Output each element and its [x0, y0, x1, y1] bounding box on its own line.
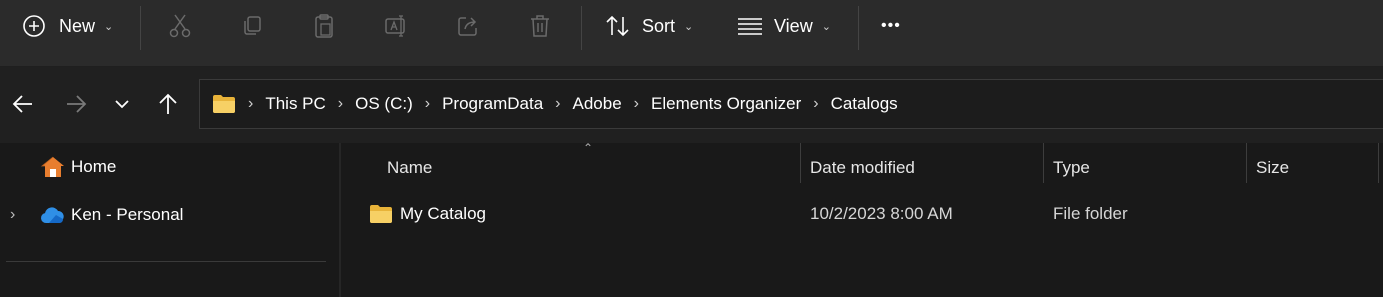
navigation-bar: › This PC › OS (C:) › ProgramData › Adob…	[0, 67, 1383, 143]
breadcrumb-adobe[interactable]: Adobe	[573, 94, 622, 114]
file-name-cell: My Catalog	[369, 203, 486, 225]
sort-button[interactable]: Sort ⌄	[605, 9, 693, 43]
chevron-right-icon: ›	[337, 95, 344, 112]
column-divider[interactable]	[1378, 143, 1379, 183]
file-list: ⌃ Name Date modified Type Size My Catalo…	[341, 141, 1383, 297]
chevron-down-icon: ⌄	[821, 20, 831, 33]
navigation-pane: Home › Ken - Personal	[0, 143, 339, 297]
column-divider[interactable]	[1246, 143, 1247, 183]
chevron-down-icon: ⌄	[104, 20, 114, 33]
column-header-type[interactable]: Type	[1053, 153, 1090, 183]
chevron-right-icon: ›	[813, 95, 819, 112]
file-type: File folder	[1053, 204, 1128, 223]
up-button[interactable]	[153, 89, 183, 119]
view-label: View	[774, 15, 813, 36]
column-header-date-modified[interactable]: Date modified	[810, 153, 915, 183]
chevron-right-icon: ›	[633, 95, 639, 112]
home-icon	[40, 155, 66, 179]
column-header-name[interactable]: Name	[387, 153, 432, 183]
toolbar-divider	[140, 6, 141, 50]
forward-button[interactable]	[61, 89, 91, 119]
chevron-right-icon: ›	[555, 95, 561, 112]
breadcrumb-this-pc[interactable]: This PC	[265, 94, 325, 114]
more-options-button[interactable]: •••	[881, 9, 901, 43]
share-icon[interactable]	[453, 11, 483, 41]
address-bar[interactable]: › This PC › OS (C:) › ProgramData › Adob…	[199, 79, 1383, 129]
view-icon	[737, 16, 763, 36]
file-name: My Catalog	[400, 204, 486, 223]
sidebar-divider	[6, 261, 326, 262]
copy-icon[interactable]	[237, 11, 267, 41]
delete-icon[interactable]	[525, 11, 555, 41]
sidebar-item-home[interactable]: Home	[40, 155, 116, 179]
folder-icon	[369, 204, 393, 224]
sidebar-item-label: Ken - Personal	[71, 205, 184, 224]
column-divider[interactable]	[800, 143, 801, 183]
column-header-size[interactable]: Size	[1256, 153, 1289, 183]
expand-chevron-icon[interactable]: ›	[10, 206, 24, 224]
more-icon: •••	[881, 17, 901, 34]
toolbar-divider	[858, 6, 859, 50]
back-button[interactable]	[8, 89, 38, 119]
sidebar-item-onedrive[interactable]: › Ken - Personal	[10, 205, 183, 225]
toolbar-divider	[581, 6, 582, 50]
breadcrumb-os-c[interactable]: OS (C:)	[355, 94, 413, 114]
folder-icon	[212, 94, 236, 114]
chevron-down-icon: ⌄	[684, 20, 694, 33]
chevron-right-icon: ›	[424, 95, 431, 112]
sidebar-item-label: Home	[71, 157, 117, 176]
rename-icon[interactable]	[382, 11, 412, 41]
new-button[interactable]: New ⌄	[22, 9, 113, 43]
cut-icon[interactable]	[165, 11, 195, 41]
command-bar: New ⌄ Sort ⌄ View ⌄ •••	[0, 0, 1383, 67]
column-divider[interactable]	[1043, 143, 1044, 183]
recent-locations-button[interactable]	[107, 89, 137, 119]
sort-icon	[605, 14, 631, 38]
sort-ascending-icon: ⌃	[583, 141, 594, 155]
new-icon	[22, 14, 46, 38]
view-button[interactable]: View ⌄	[737, 9, 831, 43]
breadcrumb-programdata[interactable]: ProgramData	[442, 94, 543, 114]
sort-label: Sort	[642, 15, 676, 36]
chevron-right-icon: ›	[248, 95, 254, 112]
new-label: New	[59, 15, 96, 36]
file-date-modified: 10/2/2023 8:00 AM	[810, 204, 953, 223]
onedrive-cloud-icon	[40, 206, 66, 224]
paste-icon[interactable]	[309, 11, 339, 41]
breadcrumb-elements-organizer[interactable]: Elements Organizer	[651, 94, 801, 114]
breadcrumb-catalogs[interactable]: Catalogs	[831, 94, 898, 114]
